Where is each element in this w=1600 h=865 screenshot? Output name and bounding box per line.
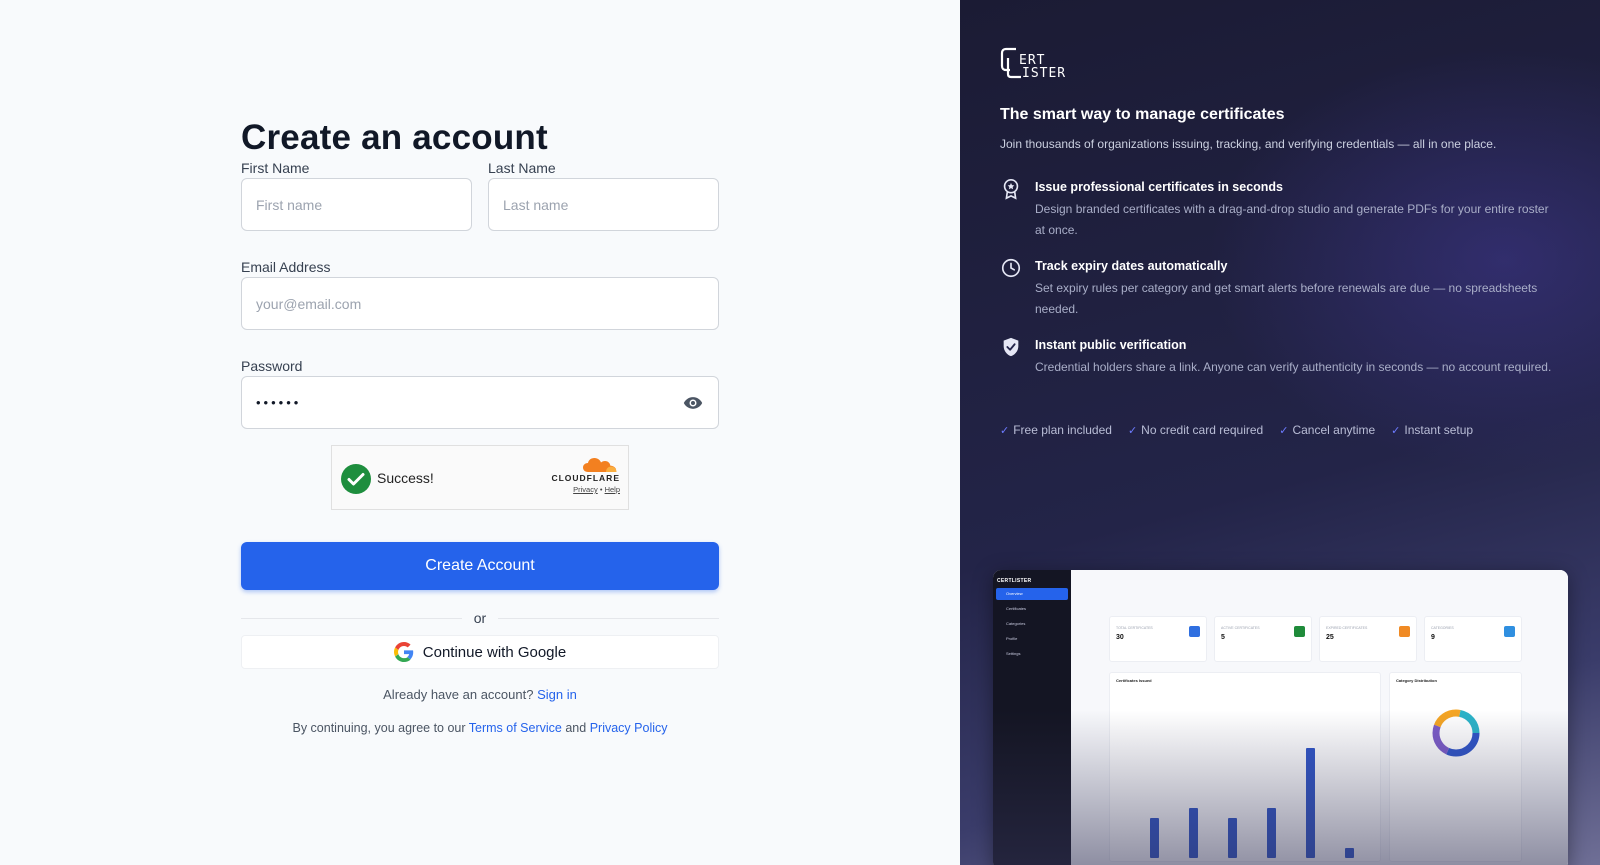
preview-nav-item: Profile [1006,636,1018,641]
cloudflare-logo: CLOUDFLARE Privacy • Help [544,456,620,494]
clock-icon [1001,258,1021,278]
preview-nav-item: Certificates [1006,606,1027,611]
last-name-group: Last Name [488,158,719,231]
captcha-privacy-link[interactable]: Privacy [573,485,598,494]
marketing-panel: ERT ISTER The smart way to manage certif… [960,0,1600,865]
captcha-help-link[interactable]: Help [605,485,620,494]
signin-prompt-text: Already have an account? [383,687,534,702]
page-title: Create an account [241,118,548,157]
preview-bar [1189,808,1198,858]
password-label: Password [241,358,303,374]
email-input[interactable] [241,277,719,330]
cloudflare-wordmark: CLOUDFLARE [551,473,620,483]
hero-subheadline: Join thousands of organizations issuing,… [1000,137,1497,151]
preview-nav-item: Settings [1006,651,1021,656]
check-icon: ✓ [1391,424,1401,437]
google-icon [393,642,413,662]
svg-text:ISTER: ISTER [1022,66,1066,80]
signup-panel: Create an account First Name Last Name E… [0,0,960,865]
cloud-icon [583,458,617,472]
feature-issue: Issue professional certificates in secon… [1000,178,1560,241]
last-name-input[interactable] [488,178,719,231]
check-icon: ✓ [1000,424,1010,437]
preview-donut-chart [1432,709,1480,757]
check-icon: ✓ [1279,424,1289,437]
preview-bar [1150,818,1159,858]
feature-verification-desc: Credential holders share a link. Anyone … [1035,360,1552,374]
email-group: Email Address [241,257,719,330]
terms-of-service-link[interactable]: Terms of Service [469,721,562,735]
shield-check-icon [1003,337,1019,357]
captcha-link-separator: • [599,485,603,494]
preview-chart-panel: Certificates Issued [1109,672,1381,862]
captcha-widget[interactable]: Success! CLOUDFLARE Privacy • Help [331,445,629,510]
perk-item: ✓ Free plan included [1000,423,1112,437]
preview-sidebar: CERTLISTER Overview Certificates Categor… [993,570,1071,865]
check-icon: ✓ [1127,424,1138,437]
feature-expiry: Track expiry dates automatically Set exp… [1000,257,1560,320]
stat-icon [1189,626,1200,637]
password-group: Password [241,356,719,429]
terms-prefix: By continuing, you agree to our [292,721,466,735]
divider-text: or [461,610,499,626]
perk-item: ✓ No credit card required [1127,423,1264,437]
feature-issue-title: Issue professional certificates in secon… [1035,180,1284,194]
certlister-logo: ERT ISTER [1000,47,1066,80]
feature-expiry-desc: Set expiry rules per category and get sm… [1035,281,1538,316]
last-name-label: Last Name [488,160,556,176]
privacy-policy-link[interactable]: Privacy Policy [590,721,668,735]
preview-stat-card: TOTAL CERTIFICATES 30 [1109,616,1207,662]
stat-icon [1399,626,1410,637]
preview-bar [1267,808,1276,858]
google-button-label: Continue with Google [422,643,567,661]
email-label: Email Address [241,259,331,275]
first-name-label: First Name [241,160,310,176]
success-check-icon [341,464,371,494]
preview-stat-card: ACTIVE CERTIFICATES 5 [1214,616,1312,662]
or-divider: or [241,608,719,628]
hero-headline: The smart way to manage certificates [1000,106,1285,123]
feature-expiry-title: Track expiry dates automatically [1035,259,1228,273]
preview-bar [1228,818,1237,858]
perk-item: ✓ Cancel anytime [1279,423,1376,437]
create-account-button[interactable]: Create Account [241,542,719,590]
preview-bar [1306,748,1315,858]
terms-and: and [565,721,587,735]
signin-prompt: Already have an account? Sign in [241,687,719,702]
feature-verification: Instant public verification Credential h… [1000,336,1560,378]
award-icon [1003,179,1019,200]
terms-text: By continuing, you agree to our Terms of… [241,721,719,735]
preview-nav-item: Categories [1006,621,1026,626]
preview-brand: CERTLISTER [997,578,1032,584]
signup-form: Create an account First Name Last Name E… [241,118,719,735]
first-name-input[interactable] [241,178,472,231]
password-input[interactable] [241,376,719,429]
preview-donut-panel: Category Distribution [1389,672,1522,862]
eye-icon[interactable] [683,393,703,413]
preview-stat-card: EXPIRED CERTIFICATES 25 [1319,616,1417,662]
feature-issue-desc: Design branded certificates with a drag-… [1035,202,1549,237]
signin-link[interactable]: Sign in [537,687,577,702]
preview-bar [1345,848,1354,858]
google-signin-button[interactable]: Continue with Google [241,635,719,669]
stat-icon [1504,626,1515,637]
perk-item: ✓ Instant setup [1391,423,1474,437]
dashboard-preview: CERTLISTER Overview Certificates Categor… [993,570,1568,865]
preview-main: TOTAL CERTIFICATES 30 ACTIVE CERTIFICATE… [1071,570,1568,865]
captcha-status: Success! [377,470,434,486]
perks-list: ✓ Free plan included ✓ No credit card requ… [1000,423,1473,437]
preview-stat-card: CATEGORIES 9 [1424,616,1522,662]
first-name-group: First Name [241,158,472,231]
preview-nav-item: Overview [996,588,1068,600]
feature-verification-title: Instant public verification [1035,338,1187,352]
stat-icon [1294,626,1305,637]
